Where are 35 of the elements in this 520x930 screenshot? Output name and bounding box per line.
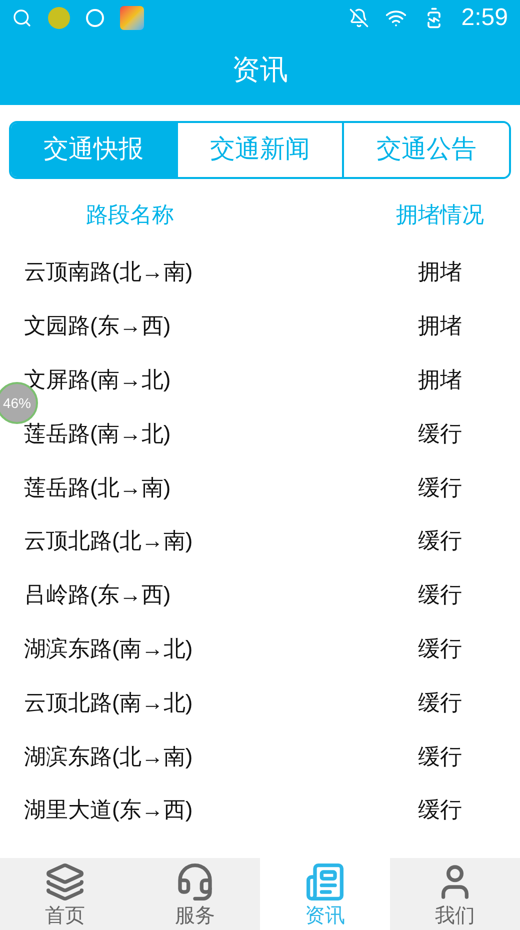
congestion-status: 拥堵	[417, 312, 463, 340]
road-name: 莲岳路(北→南)	[23, 474, 171, 502]
tab[interactable]: 交通快报	[11, 123, 176, 177]
app-icon	[48, 6, 70, 28]
road-name: 吕岭路(东→西)	[23, 581, 171, 610]
mute-icon	[349, 8, 370, 28]
column-header: 路段名称	[85, 200, 175, 228]
tab[interactable]: 交通公告	[342, 123, 509, 177]
column-header: 拥堵情况	[395, 200, 485, 228]
congestion-status: 缓行	[417, 688, 463, 717]
congestion-status: 缓行	[417, 474, 463, 502]
road-name: 云顶北路(北→南)	[23, 527, 193, 556]
congestion-status: 拥堵	[417, 258, 463, 286]
congestion-status: 缓行	[417, 796, 463, 824]
headset-icon	[175, 862, 215, 902]
congestion-status: 缓行	[417, 634, 463, 663]
app-icon	[120, 6, 144, 30]
nav-tab[interactable]: 资讯	[260, 858, 390, 930]
layers-icon	[45, 862, 85, 902]
status-time: 2:59	[461, 2, 508, 32]
congestion-status: 缓行	[417, 742, 463, 771]
app-icon	[86, 8, 104, 26]
road-name: 云顶南路(北→南)	[23, 258, 193, 286]
congestion-status: 缓行	[417, 527, 463, 556]
congestion-status: 拥堵	[417, 366, 463, 394]
road-name: 湖滨东路(北→南)	[23, 742, 193, 771]
road-name: 湖滨东路(南→北)	[23, 634, 193, 663]
newspaper-icon	[305, 862, 345, 902]
road-name: 文园路(东→西)	[23, 312, 171, 340]
congestion-status: 缓行	[417, 581, 463, 610]
page-title: 资讯	[232, 53, 288, 87]
search-icon	[12, 8, 32, 28]
congestion-status: 缓行	[417, 420, 463, 448]
road-name: 云顶北路(南→北)	[23, 688, 193, 717]
road-name: 湖里大道(东→西)	[23, 796, 193, 824]
